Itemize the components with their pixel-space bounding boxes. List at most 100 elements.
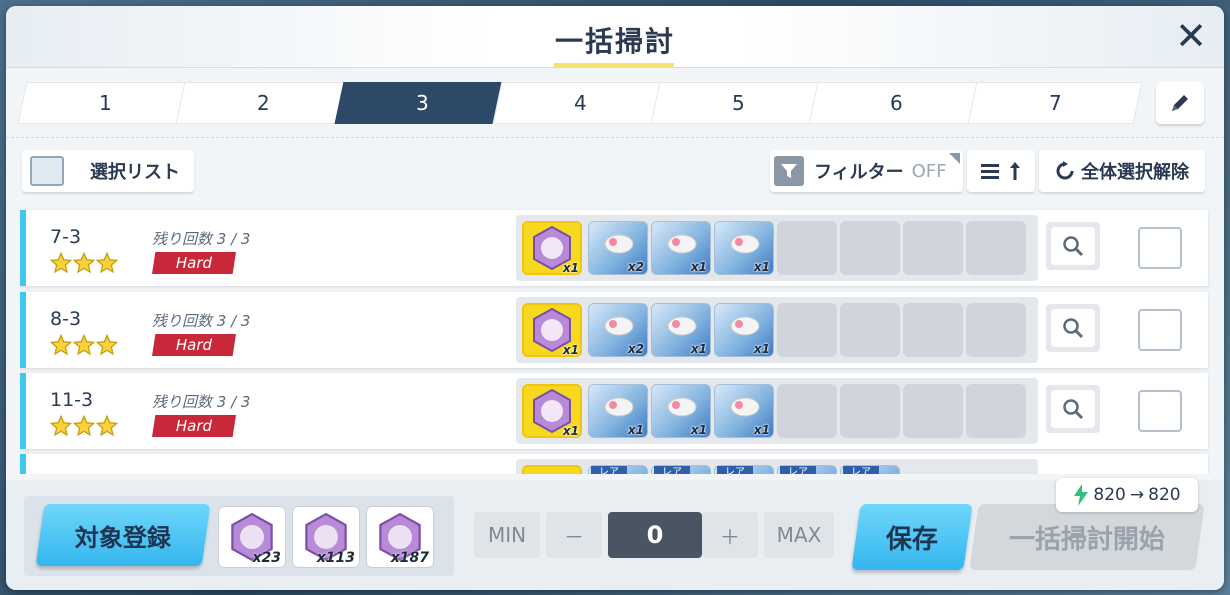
reward-empty-slot bbox=[777, 221, 837, 275]
reward-qty: x1 bbox=[690, 342, 707, 356]
tab-3[interactable]: 3 bbox=[334, 82, 510, 124]
reward-qty: x1 bbox=[562, 343, 579, 357]
sort-button[interactable] bbox=[967, 150, 1035, 192]
stage-checkbox[interactable] bbox=[1138, 390, 1182, 432]
ap-arrow: → bbox=[1129, 485, 1145, 505]
eleph-stone[interactable]: x187 bbox=[366, 506, 434, 568]
material-icon bbox=[604, 234, 634, 254]
close-icon[interactable]: ✕ bbox=[1174, 17, 1208, 55]
select-list-label: 選択リスト bbox=[90, 162, 180, 183]
star-rating bbox=[49, 333, 119, 360]
select-list-checkbox[interactable] bbox=[30, 156, 64, 186]
tab-2[interactable]: 2 bbox=[175, 82, 352, 124]
reward-char-slot: x1 bbox=[522, 221, 582, 275]
stage-info-button[interactable] bbox=[1046, 385, 1100, 433]
tab-6[interactable]: 6 bbox=[808, 82, 985, 124]
reward-empty-slot bbox=[966, 303, 1026, 357]
arrow-up-icon bbox=[1010, 162, 1020, 180]
filter-state: OFF bbox=[911, 160, 947, 182]
star-icon bbox=[49, 333, 73, 360]
reset-icon bbox=[1056, 161, 1074, 180]
stage-checkbox[interactable] bbox=[1138, 309, 1182, 351]
reward-qty: x1 bbox=[753, 260, 770, 274]
register-target-label: 対象登録 bbox=[75, 523, 171, 552]
min-label: MIN bbox=[487, 523, 527, 547]
max-label: MAX bbox=[776, 523, 822, 547]
stage-row[interactable]: 11-3 残り回数 3 / 3 Hard x1 x1 x1 x1 bbox=[20, 373, 1208, 449]
tab-label: 3 bbox=[415, 91, 429, 115]
reward-tray: レア レア レア レア レア bbox=[516, 459, 1038, 474]
edit-button[interactable] bbox=[1156, 82, 1204, 124]
remaining-count: 残り回数 3 / 3 bbox=[152, 230, 251, 248]
dialog-title: 一括掃討 bbox=[554, 25, 675, 58]
star-icon bbox=[72, 333, 96, 360]
minus-button[interactable]: － bbox=[546, 512, 602, 558]
sweep-dialog: 一括掃討 ✕ 1 2 3 45 6 7 選択リスト フィルター OFF 全体選択解除 11… bbox=[6, 6, 1224, 590]
reward-qty: x1 bbox=[753, 342, 770, 356]
difficulty-badge: Hard bbox=[152, 415, 236, 437]
rare-tag: レア bbox=[780, 466, 816, 474]
minus-label: － bbox=[564, 524, 584, 549]
tab-label: 6 bbox=[890, 91, 903, 115]
ap-from: 820 bbox=[1093, 485, 1126, 505]
tab-4[interactable]: 4 bbox=[492, 82, 668, 124]
reward-slot: x1 bbox=[651, 303, 711, 357]
reward-slot: x1 bbox=[714, 221, 774, 275]
reward-qty: x1 bbox=[690, 260, 707, 274]
reward-empty-slot bbox=[840, 384, 900, 438]
select-list-toggle[interactable]: 選択リスト bbox=[22, 150, 194, 192]
reward-slot: レア bbox=[651, 465, 711, 474]
stage-info-button[interactable] bbox=[1046, 304, 1100, 352]
reward-slot: レア bbox=[714, 465, 774, 474]
reward-qty: x1 bbox=[627, 423, 644, 437]
tab-1[interactable]: 1 bbox=[17, 82, 193, 124]
reward-empty-slot bbox=[966, 221, 1026, 275]
material-icon bbox=[730, 234, 760, 254]
min-button[interactable]: MIN bbox=[474, 512, 540, 558]
tab-5[interactable]: 5 bbox=[650, 82, 826, 124]
reward-tray: x1 x1 x1 x1 bbox=[516, 378, 1038, 444]
stage-row[interactable]: 7-3 残り回数 3 / 3 Hard x1 x2 x1 x1 bbox=[20, 210, 1208, 286]
star-icon bbox=[72, 414, 96, 441]
register-target-button[interactable]: 対象登録 bbox=[35, 504, 211, 566]
reward-empty-slot bbox=[840, 221, 900, 275]
lightning-icon bbox=[1074, 484, 1089, 506]
reward-qty: x1 bbox=[562, 424, 579, 438]
corner-triangle-icon bbox=[949, 153, 960, 164]
difficulty-badge: Hard bbox=[152, 334, 236, 356]
max-button[interactable]: MAX bbox=[764, 512, 834, 558]
material-icon bbox=[730, 316, 760, 336]
reward-empty-slot bbox=[840, 303, 900, 357]
reward-slot: x1 bbox=[714, 303, 774, 357]
pencil-icon bbox=[1172, 95, 1188, 111]
reward-qty: x2 bbox=[627, 260, 644, 274]
reward-char-slot: x1 bbox=[522, 384, 582, 438]
stage-list[interactable]: 11-3 残り回数 3 / 3 Hard x1 x1 x1 x1 8-3 残り回数 3 / 3 H… bbox=[20, 202, 1210, 474]
tab-bar: 1 2 3 4 5 6 7 bbox=[17, 82, 1143, 124]
rare-tag: レア bbox=[654, 466, 690, 474]
plus-button[interactable]: ＋ bbox=[702, 512, 758, 558]
save-button[interactable]: 保存 bbox=[851, 504, 973, 570]
material-icon bbox=[730, 397, 760, 417]
tab-7[interactable]: 7 bbox=[967, 82, 1143, 124]
reward-empty-slot bbox=[903, 221, 963, 275]
tab-label: 1 bbox=[98, 91, 112, 115]
remaining-count: 残り回数 3 / 3 bbox=[152, 393, 251, 411]
filter-button[interactable]: フィルター OFF bbox=[770, 150, 963, 192]
deselect-all-button[interactable]: 全体選択解除 bbox=[1039, 150, 1205, 192]
reward-char-slot bbox=[522, 465, 582, 474]
start-sweep-button[interactable]: 一括掃討開始 bbox=[969, 504, 1205, 570]
reward-tray: x1 x2 x1 x1 bbox=[516, 215, 1038, 281]
reward-qty: x1 bbox=[753, 423, 770, 437]
remaining-count: 残り回数 3 / 3 bbox=[152, 312, 251, 330]
stage-row-partial: レア レア レア レア レア bbox=[20, 454, 1208, 474]
eleph-stone[interactable]: x23 bbox=[218, 506, 286, 568]
reward-slot: レア bbox=[588, 465, 648, 474]
eleph-stone[interactable]: x113 bbox=[292, 506, 360, 568]
stage-info-button[interactable] bbox=[1046, 222, 1100, 270]
stage-checkbox[interactable] bbox=[1138, 227, 1182, 269]
star-rating bbox=[49, 251, 119, 278]
reward-slot: x1 bbox=[651, 221, 711, 275]
stage-row[interactable]: 8-3 残り回数 3 / 3 Hard x1 x2 x1 x1 bbox=[20, 292, 1208, 368]
reward-slot: x1 bbox=[651, 384, 711, 438]
